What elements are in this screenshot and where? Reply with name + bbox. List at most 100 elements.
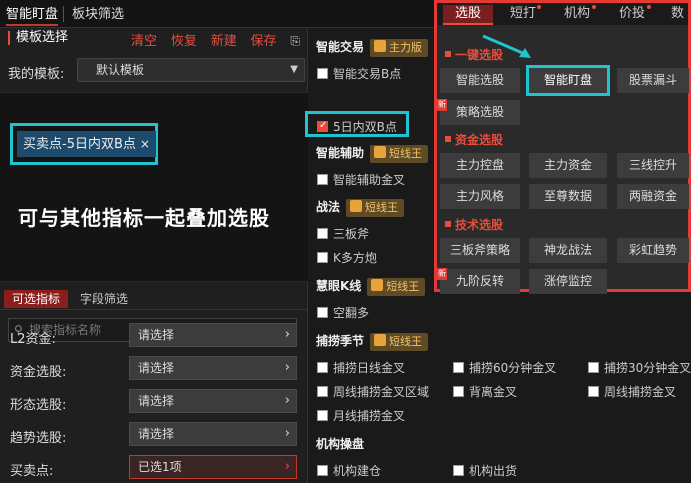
filter-value: 已选1项 [138, 460, 182, 474]
checkbox-label: 捕捞30分钟金叉 [604, 361, 691, 375]
filter-select-trend[interactable]: 请选择 › [129, 422, 297, 446]
clear-button[interactable]: 清空 [131, 34, 157, 49]
checkbox-inst-sell[interactable]: 机构出货 [453, 462, 517, 479]
filter-select-buysell[interactable]: 已选1项 › [129, 455, 297, 479]
filter-label: 趋势选股: [10, 431, 67, 446]
template-label: 我的模板: [8, 67, 65, 82]
popup-btn-three-line[interactable]: 三线控升 [617, 153, 689, 178]
popup-btn-strategy[interactable]: 策略选股 [440, 100, 520, 125]
tier-badge: 短线王 [370, 332, 429, 351]
badge-label: 短线王 [389, 334, 423, 348]
popup-btn-funnel[interactable]: 股票漏斗 [617, 68, 689, 93]
checkbox-label: 捕捞60分钟金叉 [469, 361, 557, 375]
checkbox-label: 三板斧 [333, 227, 370, 241]
popup-section-technical: 技术选股 [445, 216, 503, 233]
header-actions: 清空 恢复 新建 保存 ⎘ [121, 30, 300, 49]
section-marker-icon [445, 136, 451, 142]
checkbox-bear-to-bull[interactable]: 空翻多 [317, 304, 369, 321]
filter-select-funds[interactable]: 请选择 › [129, 356, 297, 380]
checkbox-label: 5日内双B点 [333, 120, 397, 134]
selected-indicator-chip[interactable]: 买卖点-5日内双B点 × [17, 131, 156, 157]
checkbox-icon [453, 362, 464, 373]
checkbox-smart-assist-golden[interactable]: 智能辅助金叉 [317, 171, 405, 188]
checkbox-5day-double-b[interactable]: 5日内双B点 [317, 118, 397, 135]
tier-badge: 短线王 [370, 144, 429, 163]
checkbox-label: 智能交易B点 [333, 67, 402, 81]
popup-tab-short[interactable]: 短打 [510, 5, 536, 25]
new-badge: 新 [437, 268, 447, 280]
filter-row-buysell: 买卖点: 已选1项 › [8, 455, 298, 479]
popup-section-title: 技术选股 [455, 218, 504, 232]
filter-value: 请选择 [138, 361, 175, 375]
checkbox-label: 周线捕捞金叉 [604, 385, 677, 399]
checkbox-fish-30min[interactable]: 捕捞30分钟金叉 [588, 359, 691, 376]
popup-btn-main-control[interactable]: 主力控盘 [440, 153, 520, 178]
template-header-title: 模板选择 [8, 31, 68, 45]
template-select[interactable]: 默认模板 ▼ [77, 58, 305, 82]
popup-btn-margin[interactable]: 两融资金 [617, 184, 689, 209]
popup-tab-pick[interactable]: 选股 [443, 5, 494, 25]
tier-badge: 短线王 [346, 198, 405, 217]
filter-value: 请选择 [138, 427, 175, 441]
checkbox-icon [317, 252, 328, 263]
tab-available-indicators[interactable]: 可选指标 [4, 290, 69, 308]
popup-tab-data[interactable]: 数 [671, 5, 684, 25]
tab-smart-monitor[interactable]: 智能盯盘 [6, 4, 59, 26]
pointer-arrow-icon [482, 34, 531, 58]
popup-btn-smart-pick[interactable]: 智能选股 [440, 68, 520, 93]
filter-label: L2资金: [10, 332, 56, 347]
checkbox-k-cannon[interactable]: K多方炮 [317, 249, 377, 266]
checkbox-label: 背离金叉 [469, 385, 518, 399]
save-button[interactable]: 保存 [251, 34, 277, 49]
checkbox-divergence-golden[interactable]: 背离金叉 [453, 383, 517, 400]
popup-btn-rainbow[interactable]: 彩虹趋势 [617, 238, 689, 263]
checkbox-fish-60min[interactable]: 捕捞60分钟金叉 [453, 359, 556, 376]
filter-select-pattern[interactable]: 请选择 › [129, 389, 297, 413]
popup-btn-smart-monitor[interactable]: 智能盯盘 [526, 65, 610, 96]
section-title: 慧眼K线 [316, 279, 362, 293]
popup-tab-inst[interactable]: 机构 [564, 5, 590, 25]
crown-icon [350, 199, 363, 212]
popup-btn-three-axe[interactable]: 三板斧策略 [440, 238, 520, 263]
filter-row-funds: 资金选股: 请选择 › [8, 356, 298, 380]
popup-tab-value[interactable]: 价投 [619, 5, 645, 25]
restore-button[interactable]: 恢复 [171, 34, 197, 49]
filter-value: 请选择 [138, 328, 175, 342]
section-institution: 机构操盘 [316, 435, 364, 452]
popup-btn-supreme-data[interactable]: 至尊数据 [529, 184, 607, 209]
tab-separator [63, 6, 64, 22]
popup-tabs: 选股 短打 机构 价投 数 [437, 3, 688, 25]
checkbox-icon [317, 307, 328, 318]
checkbox-fish-monthly[interactable]: 月线捕捞金叉 [317, 407, 405, 424]
section-title: 捕捞季节 [316, 334, 365, 348]
filter-label: 买卖点: [10, 464, 54, 479]
checkbox-icon [588, 362, 599, 373]
checkbox-fish-weekly-zone[interactable]: 周线捕捞金叉区域 [317, 383, 429, 400]
new-badge: 新 [437, 99, 447, 111]
popup-btn-main-funds[interactable]: 主力资金 [529, 153, 607, 178]
checkbox-fish-daily[interactable]: 捕捞日线金叉 [317, 359, 405, 376]
filter-row-pattern: 形态选股: 请选择 › [8, 389, 298, 413]
checkbox-three-axe[interactable]: 三板斧 [317, 225, 369, 242]
checkbox-label: 机构出货 [469, 464, 518, 478]
export-icon[interactable]: ⎘ [290, 34, 300, 48]
popup-btn-dragon[interactable]: 神龙战法 [529, 238, 607, 263]
tab-sector-filter[interactable]: 板块筛选 [72, 4, 124, 26]
checkbox-fish-weekly[interactable]: 周线捕捞金叉 [588, 383, 676, 400]
section-title: 智能辅助 [316, 146, 365, 160]
filter-label: 形态选股: [10, 398, 67, 413]
section-smart-kline: 慧眼K线 短线王 [316, 277, 426, 296]
checkbox-label: 机构建仓 [333, 464, 382, 478]
badge-label: 短线王 [365, 200, 399, 214]
filter-select-l2[interactable]: 请选择 › [129, 323, 297, 347]
chevron-down-icon: ▼ [290, 64, 298, 75]
popup-btn-main-style[interactable]: 主力风格 [440, 184, 520, 209]
popup-btn-limit-up[interactable]: 涨停监控 [529, 269, 607, 294]
popup-btn-nine-reverse[interactable]: 九阶反转 [440, 269, 520, 294]
checkbox-smart-trading-b[interactable]: 智能交易B点 [317, 65, 401, 82]
close-icon[interactable]: × [140, 137, 150, 151]
chevron-right-icon: › [284, 459, 290, 474]
new-button[interactable]: 新建 [211, 34, 237, 49]
checkbox-inst-build[interactable]: 机构建仓 [317, 462, 381, 479]
tab-field-filter[interactable]: 字段筛选 [72, 290, 136, 308]
